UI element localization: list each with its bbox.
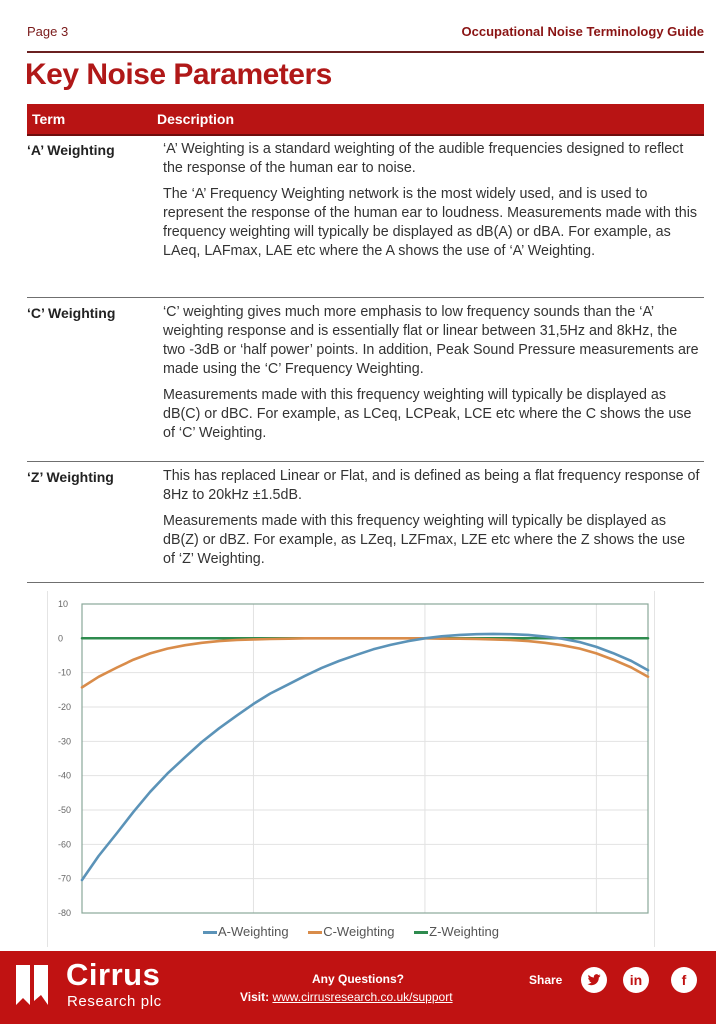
description-paragraph: Measurements made with this frequency we… [163,387,692,441]
legend-swatch [414,931,429,935]
description-paragraph: ‘C’ weighting gives much more emphasis t… [163,304,699,377]
y-tick-label: -70 [58,874,71,884]
share-label: Share [529,973,563,987]
y-tick-label: 0 [58,633,63,643]
legend-item-a: A-Weighting [203,924,289,939]
page-number: Page 3 [27,24,69,39]
support-link[interactable]: www.cirrusresearch.co.uk/support [272,990,452,1004]
y-tick-label: -50 [58,805,71,815]
legend-swatch [203,931,218,935]
header-divider [27,51,704,53]
table-row: ‘C’ Weighting ‘C’ weighting gives much m… [27,299,704,462]
plot-frame [81,603,649,914]
table-header: Term Description [27,104,704,136]
table-row: ‘Z’ Weighting This has replaced Linear o… [27,463,704,583]
visit-label: Visit: [240,990,270,1004]
linkedin-button[interactable]: in [623,967,649,993]
chart-svg: 10 0 -10 -20 -30 -40 -50 -60 -70 -80 [58,599,650,918]
legend-label: C-Weighting [323,924,395,939]
y-tick-label: -40 [58,771,71,781]
twitter-button[interactable] [581,967,607,993]
a-weighting-line [80,632,650,882]
table-row: ‘A’ Weighting ‘A’ Weighting is a standar… [27,136,704,298]
legend-label: A-Weighting [218,924,289,939]
description-paragraph: This has replaced Linear or Flat, and is… [163,468,700,503]
description-paragraph: ‘A’ Weighting is a standard weighting of… [163,141,684,176]
term-label: ‘A’ Weighting [27,142,115,158]
c-weighting-line [80,636,650,689]
description-paragraph: The ‘A’ Frequency Weighting network is t… [163,186,698,259]
legend-label: Z-Weighting [429,924,499,939]
guide-title: Occupational Noise Terminology Guide [461,24,704,39]
term-label: ‘Z’ Weighting [27,469,114,485]
term-description: ‘A’ Weighting is a standard weighting of… [163,140,700,268]
term-label: ‘C’ Weighting [27,305,116,321]
description-paragraph: Measurements made with this frequency we… [163,513,686,567]
footer: Cirrus Research plc Any Questions? Visit… [0,951,716,1024]
visit-line: Visit: www.cirrusresearch.co.uk/support [240,990,453,1004]
facebook-icon: f [681,972,687,988]
legend-item-z: Z-Weighting [414,924,499,939]
legend-swatch [308,931,323,935]
legend-item-c: C-Weighting [308,924,395,939]
y-tick-label: 10 [58,599,68,609]
chart-legend: A-Weighting C-Weighting Z-Weighting [48,924,654,939]
page-title: Key Noise Parameters [25,58,332,91]
y-tick-label: -10 [58,668,71,678]
y-tick-label: -60 [58,839,71,849]
weighting-chart: 10 0 -10 -20 -30 -40 -50 -60 -70 -80 A-Weighting … [47,591,655,947]
twitter-icon [587,974,601,986]
column-header-description: Description [157,111,235,127]
linkedin-icon: in [629,972,643,988]
facebook-button[interactable]: f [671,967,697,993]
brand-subtitle: Research plc [67,993,162,1010]
term-description: ‘C’ weighting gives much more emphasis t… [163,303,700,450]
y-tick-label: -80 [58,908,71,918]
questions-label: Any Questions? [311,972,404,986]
y-tick-label: -30 [58,736,71,746]
y-tick-label: -20 [58,702,71,712]
term-description: This has replaced Linear or Flat, and is… [163,467,700,576]
column-header-term: Term [32,111,66,127]
